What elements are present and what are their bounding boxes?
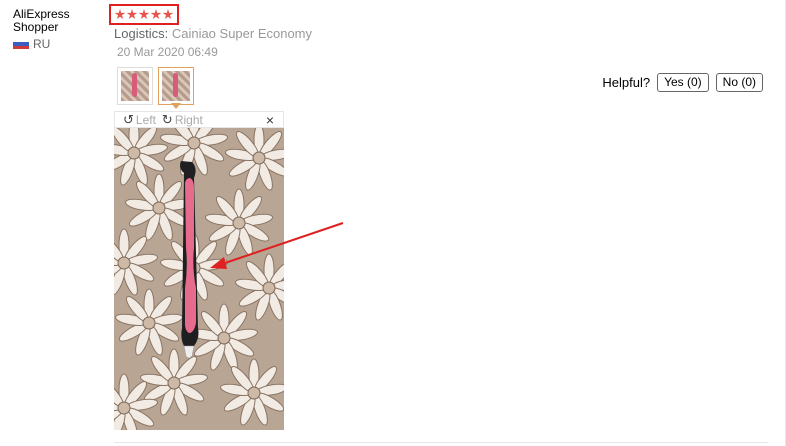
russia-flag-icon <box>13 39 29 49</box>
rotate-left-button[interactable]: ↺ Left <box>123 112 156 128</box>
selected-thumb-caret <box>171 103 181 109</box>
helpful-label: Helpful? <box>602 75 651 90</box>
helpful-no-button[interactable]: No (0) <box>715 73 763 92</box>
reviewer-info: AliExpress Shopper RU <box>13 8 108 51</box>
rotate-right-button[interactable]: ↻ Right <box>162 112 203 128</box>
star-rating <box>109 4 179 25</box>
image-viewer-toolbar: ↺ Left ↻ Right × <box>114 111 284 128</box>
review-photo-large <box>114 128 284 430</box>
rotate-right-label: Right <box>174 112 203 127</box>
review-divider <box>114 442 768 443</box>
helpful-voting: Helpful? Yes (0) No (0) <box>602 73 763 92</box>
thumbnail-image <box>121 71 149 101</box>
logistics-info: Logistics: Cainiao Super Economy <box>114 26 312 41</box>
helpful-yes-button[interactable]: Yes (0) <box>657 73 709 92</box>
thumbnail-image <box>162 71 190 101</box>
star-icon <box>114 9 126 20</box>
rotate-left-label: Left <box>135 112 156 127</box>
review-date: 20 Mar 2020 06:49 <box>117 45 218 59</box>
star-icon <box>138 9 150 20</box>
logistics-value: Cainiao Super Economy <box>171 26 313 41</box>
review-photo-thumbnail[interactable] <box>117 67 153 105</box>
annotation-arrow <box>210 222 344 269</box>
star-icon <box>150 9 162 20</box>
reviewer-country: RU <box>13 37 108 51</box>
country-code: RU <box>33 37 51 51</box>
close-icon[interactable]: × <box>266 112 274 128</box>
review-photo-thumbnail-selected[interactable] <box>158 67 194 105</box>
rotate-right-icon: ↻ <box>161 111 173 127</box>
logistics-label: Logistics: <box>114 26 169 41</box>
rotate-left-icon: ↺ <box>123 111 134 127</box>
star-icon <box>162 9 174 20</box>
reviewer-name: AliExpress Shopper <box>13 7 70 34</box>
star-icon <box>126 9 138 20</box>
